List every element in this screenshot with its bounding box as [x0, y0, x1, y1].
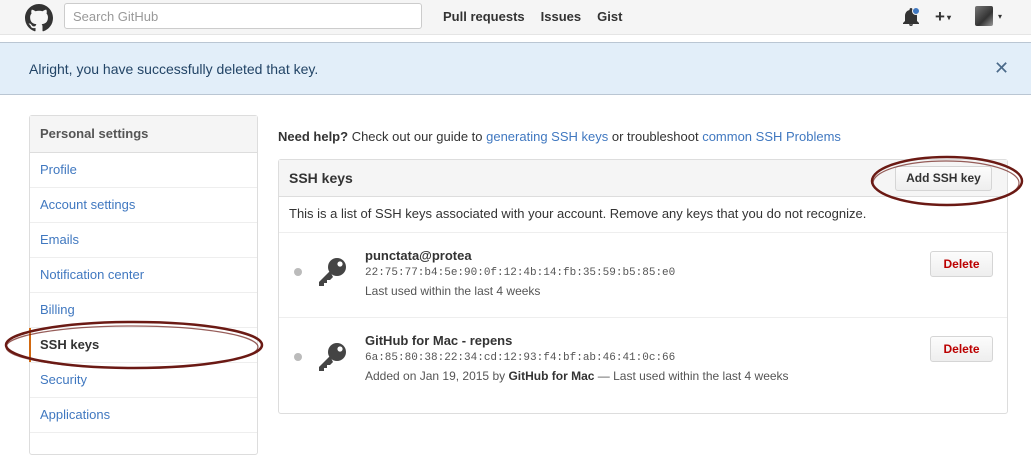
sidebar-item-account-settings[interactable]: Account settings [30, 188, 257, 223]
help-text-1: Check out our guide to [348, 129, 487, 144]
status-dot [294, 353, 302, 361]
help-prefix: Need help? [278, 129, 349, 144]
ssh-keys-title: SSH keys [289, 170, 353, 186]
key-meta-prefix: Last used within the last 4 weeks [365, 284, 541, 298]
close-icon[interactable]: ✕ [994, 58, 1009, 79]
help-text: Need help? Check out our guide to genera… [278, 129, 841, 144]
github-logo-icon[interactable] [25, 4, 53, 32]
key-meta-prefix: Added on Jan 19, 2015 by [365, 369, 509, 383]
key-meta-suffix: — Last used within the last 4 weeks [594, 369, 789, 383]
sidebar-item-applications[interactable]: Applications [30, 398, 257, 433]
bell-icon[interactable] [902, 7, 920, 27]
generating-ssh-keys-link[interactable]: generating SSH keys [486, 129, 608, 144]
top-header: Pull requests Issues Gist +▾ ▾ [0, 0, 1031, 35]
sidebar-heading: Personal settings [30, 116, 257, 153]
ssh-keys-description: This is a list of SSH keys associated wi… [279, 197, 1007, 233]
common-ssh-problems-link[interactable]: common SSH Problems [702, 129, 841, 144]
delete-button[interactable]: Delete [930, 336, 993, 362]
plus-icon: + [935, 7, 945, 26]
status-dot [294, 268, 302, 276]
chevron-down-icon: ▾ [946, 13, 951, 23]
flash-notice: Alright, you have successfully deleted t… [0, 42, 1031, 95]
settings-sidebar: Personal settings Profile Account settin… [29, 115, 258, 455]
flash-message: Alright, you have successfully deleted t… [29, 61, 319, 77]
nav-pull-requests[interactable]: Pull requests [443, 9, 525, 24]
nav-issues[interactable]: Issues [541, 9, 581, 24]
sidebar-item-ssh-keys[interactable]: SSH keys [29, 328, 257, 363]
ssh-keys-header: SSH keys Add SSH key [279, 160, 1007, 197]
sidebar-item-billing[interactable]: Billing [30, 293, 257, 328]
add-ssh-key-button[interactable]: Add SSH key [895, 166, 992, 191]
key-title: GitHub for Mac - repens [365, 333, 513, 348]
sidebar-item-security[interactable]: Security [30, 363, 257, 398]
chevron-down-icon[interactable]: ▾ [998, 12, 1002, 21]
new-menu-button[interactable]: + ▾ [935, 7, 951, 27]
top-nav: Pull requests Issues Gist [443, 9, 622, 24]
help-text-2: or troubleshoot [608, 129, 703, 144]
list-item: GitHub for Mac - repens 6a:85:80:38:22:3… [279, 318, 1007, 403]
sidebar-item-profile[interactable]: Profile [30, 153, 257, 188]
delete-button[interactable]: Delete [930, 251, 993, 277]
sidebar-item-notification-center[interactable]: Notification center [30, 258, 257, 293]
ssh-keys-panel: SSH keys Add SSH key This is a list of S… [278, 159, 1008, 414]
key-title: punctata@protea [365, 248, 472, 263]
search-input[interactable] [64, 3, 422, 29]
sidebar-item-emails[interactable]: Emails [30, 223, 257, 258]
key-meta-author: GitHub for Mac [508, 369, 595, 383]
nav-gist[interactable]: Gist [597, 9, 622, 24]
key-meta: Last used within the last 4 weeks [365, 284, 540, 298]
avatar[interactable] [975, 6, 993, 26]
list-item: punctata@protea 22:75:77:b4:5e:90:0f:12:… [279, 233, 1007, 318]
key-icon [319, 343, 346, 371]
key-meta: Added on Jan 19, 2015 by GitHub for Mac … [365, 369, 789, 383]
key-fingerprint: 22:75:77:b4:5e:90:0f:12:4b:14:fb:35:59:b… [365, 267, 676, 279]
key-fingerprint: 6a:85:80:38:22:34:cd:12:93:f4:bf:ab:46:4… [365, 352, 676, 364]
key-icon [319, 258, 346, 286]
